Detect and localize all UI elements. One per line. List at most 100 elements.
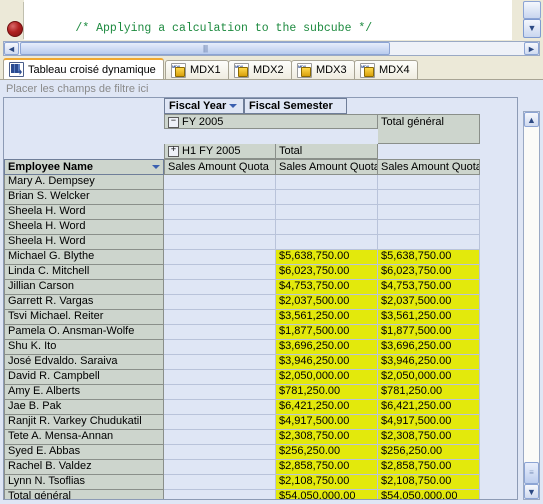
hscroll-left-button[interactable]: ◄ — [4, 42, 19, 55]
table-row[interactable]: Jae B. Pak $6,421,250.00 $6,421,250.00 — [4, 400, 480, 415]
cell-fy2005-total[interactable]: $4,753,750.00 — [276, 280, 378, 295]
vscroll-thumb[interactable]: ≡ — [524, 462, 539, 484]
cell-grand-total[interactable]: $3,696,250.00 — [378, 340, 480, 355]
table-row[interactable]: Brian S. Welcker — [4, 190, 480, 205]
tab-mdx2[interactable]: MDX2 — [228, 60, 292, 79]
cell-grand-total[interactable]: $781,250.00 — [378, 385, 480, 400]
cell-fy2005-total[interactable]: $256,250.00 — [276, 445, 378, 460]
table-row[interactable]: Amy E. Alberts $781,250.00 $781,250.00 — [4, 385, 480, 400]
cell-grand-total[interactable]: $3,561,250.00 — [378, 310, 480, 325]
cell-h1-fy2005[interactable] — [164, 310, 276, 325]
cell-fy2005-total[interactable] — [276, 190, 378, 205]
table-row[interactable]: Total général $54,050,000.00 $54,050,000.0… — [4, 490, 480, 499]
row-header-employee-name[interactable]: Amy E. Alberts — [4, 385, 164, 400]
cell-fy2005-total[interactable]: $6,023,750.00 — [276, 265, 378, 280]
table-row[interactable]: Lynn N. Tsoflias $2,108,750.00 $2,108,750.… — [4, 475, 480, 490]
cell-h1-fy2005[interactable] — [164, 295, 276, 310]
row-header-employee-name[interactable]: Brian S. Welcker — [4, 190, 164, 205]
row-header-employee-name[interactable]: Syed E. Abbas — [4, 445, 164, 460]
table-row[interactable]: Michael G. Blythe $5,638,750.00 $5,638,750… — [4, 250, 480, 265]
row-header-employee-name[interactable]: Shu K. Ito — [4, 340, 164, 355]
cell-grand-total[interactable]: $4,917,500.00 — [378, 415, 480, 430]
cell-grand-total[interactable]: $4,753,750.00 — [378, 280, 480, 295]
cell-h1-fy2005[interactable] — [164, 400, 276, 415]
row-header-employee-name[interactable]: Michael G. Blythe — [4, 250, 164, 265]
editor-horizontal-scrollbar[interactable]: ◄ |||| ► — [3, 41, 540, 56]
plus-expander-icon[interactable]: + — [168, 145, 179, 157]
vscroll-up-button[interactable]: ▲ — [524, 112, 539, 127]
table-row[interactable]: Mary A. Dempsey — [4, 175, 480, 190]
table-row[interactable]: Rachel B. Valdez $2,858,750.00 $2,858,750.… — [4, 460, 480, 475]
table-row[interactable]: Linda C. Mitchell $6,023,750.00 $6,023,750… — [4, 265, 480, 280]
cell-grand-total[interactable]: $6,023,750.00 — [378, 265, 480, 280]
cell-h1-fy2005[interactable] — [164, 325, 276, 340]
cell-fy2005-total[interactable]: $3,561,250.00 — [276, 310, 378, 325]
cell-grand-total[interactable]: $256,250.00 — [378, 445, 480, 460]
cell-fy2005-total[interactable]: $3,946,250.00 — [276, 355, 378, 370]
column-group-h1-fy2005[interactable]: + H1 FY 2005 — [164, 144, 276, 159]
row-header-employee-name[interactable]: Total général — [4, 490, 164, 499]
cell-fy2005-total[interactable]: $2,037,500.00 — [276, 295, 378, 310]
table-row[interactable]: Pamela O. Ansman-Wolfe $1,877,500.00 $1,87… — [4, 325, 480, 340]
cell-fy2005-total[interactable]: $6,421,250.00 — [276, 400, 378, 415]
filter-drop-zone[interactable]: Placer les champs de filtre ici — [3, 83, 526, 96]
breakpoint-dot-icon[interactable] — [7, 21, 23, 37]
table-row[interactable]: Tete A. Mensa-Annan $2,308,750.00 $2,308,7… — [4, 430, 480, 445]
cell-fy2005-total[interactable]: $2,108,750.00 — [276, 475, 378, 490]
column-field-fiscal-semester[interactable]: Fiscal Semester — [244, 98, 347, 114]
cell-h1-fy2005[interactable] — [164, 235, 276, 250]
cell-fy2005-total[interactable]: $1,877,500.00 — [276, 325, 378, 340]
row-header-employee-name[interactable]: Lynn N. Tsoflias — [4, 475, 164, 490]
hscroll-thumb[interactable]: |||| — [20, 42, 390, 55]
row-header-employee-name[interactable]: Ranjit R. Varkey Chudukatil — [4, 415, 164, 430]
table-row[interactable]: Sheela H. Word — [4, 205, 480, 220]
cell-fy2005-total[interactable]: $3,696,250.00 — [276, 340, 378, 355]
cell-grand-total[interactable] — [378, 190, 480, 205]
cell-grand-total[interactable]: $2,050,000.00 — [378, 370, 480, 385]
cell-h1-fy2005[interactable] — [164, 415, 276, 430]
vscroll-track[interactable] — [524, 127, 539, 462]
cell-h1-fy2005[interactable] — [164, 205, 276, 220]
cell-grand-total[interactable]: $6,421,250.00 — [378, 400, 480, 415]
cell-h1-fy2005[interactable] — [164, 445, 276, 460]
table-row[interactable]: José Edvaldo. Saraiva $3,946,250.00 $3,946… — [4, 355, 480, 370]
cell-grand-total[interactable]: $2,037,500.00 — [378, 295, 480, 310]
tab-mdx3[interactable]: MDX3 — [291, 60, 355, 79]
row-header-employee-name[interactable]: José Edvaldo. Saraiva — [4, 355, 164, 370]
table-row[interactable]: Tsvi Michael. Reiter $3,561,250.00 $3,561,… — [4, 310, 480, 325]
cell-h1-fy2005[interactable] — [164, 340, 276, 355]
cell-grand-total[interactable] — [378, 205, 480, 220]
cell-grand-total[interactable]: $2,308,750.00 — [378, 430, 480, 445]
row-header-employee-name[interactable]: Pamela O. Ansman-Wolfe — [4, 325, 164, 340]
sort-dropdown-arrow-icon[interactable] — [229, 104, 238, 108]
hscroll-right-button[interactable]: ► — [524, 42, 539, 55]
row-header-employee-name[interactable]: Sheela H. Word — [4, 235, 164, 250]
cell-h1-fy2005[interactable] — [164, 280, 276, 295]
cell-grand-total[interactable]: $54,050,000.00 — [378, 490, 480, 499]
cell-h1-fy2005[interactable] — [164, 460, 276, 475]
tab-mdx1[interactable]: MDX1 — [165, 60, 229, 79]
tab-tableau-croise-dynamique[interactable]: Tableau croisé dynamique — [3, 58, 164, 79]
column-group-fy2005[interactable]: − FY 2005 — [164, 114, 378, 129]
cell-fy2005-total[interactable]: $54,050,000.00 — [276, 490, 378, 499]
cell-fy2005-total[interactable]: $4,917,500.00 — [276, 415, 378, 430]
row-header-employee-name[interactable]: Tsvi Michael. Reiter — [4, 310, 164, 325]
row-header-employee-name[interactable]: Jillian Carson — [4, 280, 164, 295]
cell-grand-total[interactable]: $3,946,250.00 — [378, 355, 480, 370]
cell-fy2005-total[interactable]: $2,308,750.00 — [276, 430, 378, 445]
table-row[interactable]: Shu K. Ito $3,696,250.00 $3,696,250.00 — [4, 340, 480, 355]
table-row[interactable]: Syed E. Abbas $256,250.00 $256,250.00 — [4, 445, 480, 460]
row-header-employee-name[interactable]: Rachel B. Valdez — [4, 460, 164, 475]
row-header-employee-name[interactable]: Sheela H. Word — [4, 220, 164, 235]
table-row[interactable]: Sheela H. Word — [4, 235, 480, 250]
cell-h1-fy2005[interactable] — [164, 220, 276, 235]
cell-grand-total[interactable]: $2,858,750.00 — [378, 460, 480, 475]
row-header-employee-name[interactable]: Sheela H. Word — [4, 205, 164, 220]
table-row[interactable]: Garrett R. Vargas $2,037,500.00 $2,037,500… — [4, 295, 480, 310]
minus-expander-icon[interactable]: − — [168, 116, 179, 128]
cell-grand-total[interactable] — [378, 175, 480, 190]
cell-grand-total[interactable] — [378, 235, 480, 250]
row-header-employee-name[interactable]: David R. Campbell — [4, 370, 164, 385]
cell-fy2005-total[interactable] — [276, 220, 378, 235]
table-row[interactable]: Sheela H. Word — [4, 220, 480, 235]
